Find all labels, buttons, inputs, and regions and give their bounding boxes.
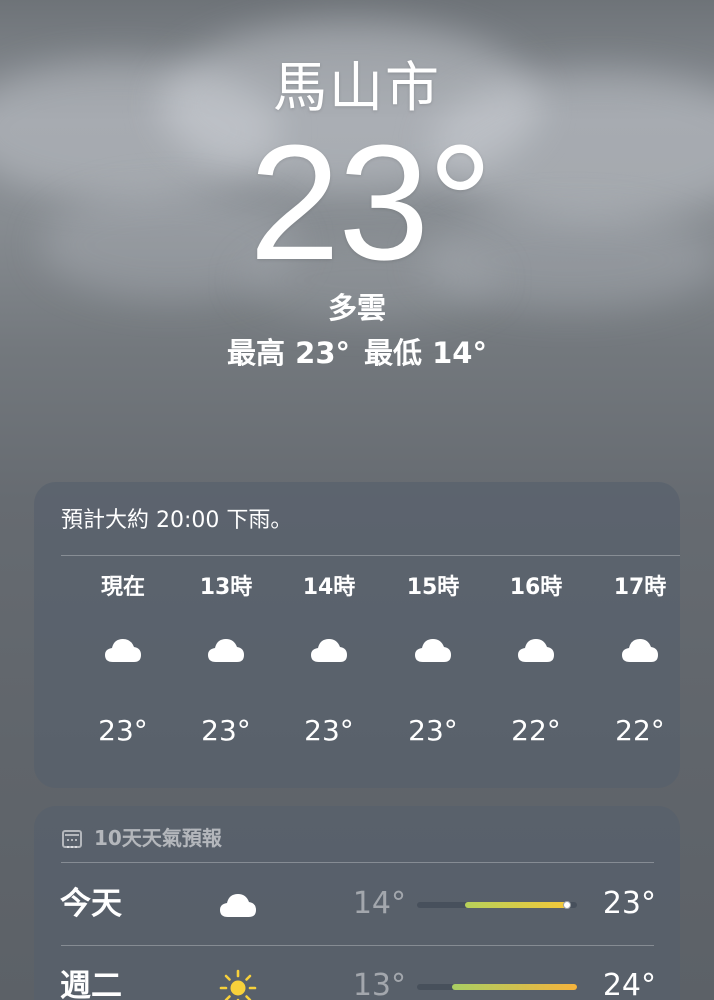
high-low-temperature: 最高 23° 最低 14°: [0, 334, 714, 372]
hour-temperature: 23°: [98, 714, 148, 747]
hour-label: 13時: [199, 575, 253, 600]
cloud-icon: [309, 636, 349, 664]
ten-day-forecast-card[interactable]: 10天天氣預報 今天 14° 23° 週二 13° 24°: [34, 806, 680, 1000]
day-row-tuesday[interactable]: 週二 13° 24°: [34, 966, 680, 1000]
high-value: 23°: [295, 336, 350, 370]
hour-label: 16時: [509, 575, 563, 600]
low-value: 14°: [432, 336, 487, 370]
divider: [61, 555, 680, 556]
day-high-temperature: 24°: [602, 968, 656, 1000]
hour-temperature: 23°: [408, 714, 458, 747]
cloud-icon: [516, 636, 556, 664]
cloud-icon: [413, 636, 453, 664]
temperature-range-fill: [452, 984, 577, 990]
divider: [61, 862, 654, 863]
hour-label: 14時: [302, 575, 356, 600]
temperature-range-bar: [417, 984, 577, 990]
hour-temperature: 23°: [201, 714, 251, 747]
high-label: 最高: [227, 336, 286, 370]
day-name: 週二: [60, 968, 122, 1000]
temperature-range-bar: [417, 901, 577, 909]
day-high-temperature: 23°: [602, 886, 656, 921]
hour-temperature: 22°: [511, 714, 561, 747]
cloud-icon: [103, 636, 143, 664]
cloud-icon: [620, 636, 660, 664]
divider: [61, 945, 654, 946]
sun-icon: [218, 969, 258, 1000]
low-label: 最低: [364, 336, 423, 370]
day-name: 今天: [60, 886, 122, 922]
hour-label: 17時: [613, 575, 667, 600]
hourly-forecast-card[interactable]: 預計大約 20:00 下雨。 現在 23° 13時 23° 14時 23° 15…: [34, 482, 680, 788]
hour-label: 現在: [100, 575, 145, 600]
hour-label: 15時: [406, 575, 460, 600]
cloud-icon: [206, 636, 246, 664]
temperature-range-fill: [465, 902, 568, 908]
hour-temperature: 23°: [304, 714, 354, 747]
day-low-temperature: 13°: [352, 968, 406, 1000]
hourly-summary: 預計大約 20:00 下雨。: [61, 508, 293, 533]
current-temperature-marker: [563, 901, 572, 909]
hour-temperature: 22°: [615, 714, 665, 747]
current-temperature: 23°: [248, 111, 493, 294]
ten-day-forecast-title: 10天天氣預報: [94, 826, 222, 850]
calendar-icon: [62, 830, 82, 848]
day-row-today[interactable]: 今天 14° 23°: [34, 884, 680, 964]
day-low-temperature: 14°: [352, 886, 406, 921]
cloud-icon: [218, 890, 258, 920]
current-condition: 多雲: [327, 291, 386, 325]
